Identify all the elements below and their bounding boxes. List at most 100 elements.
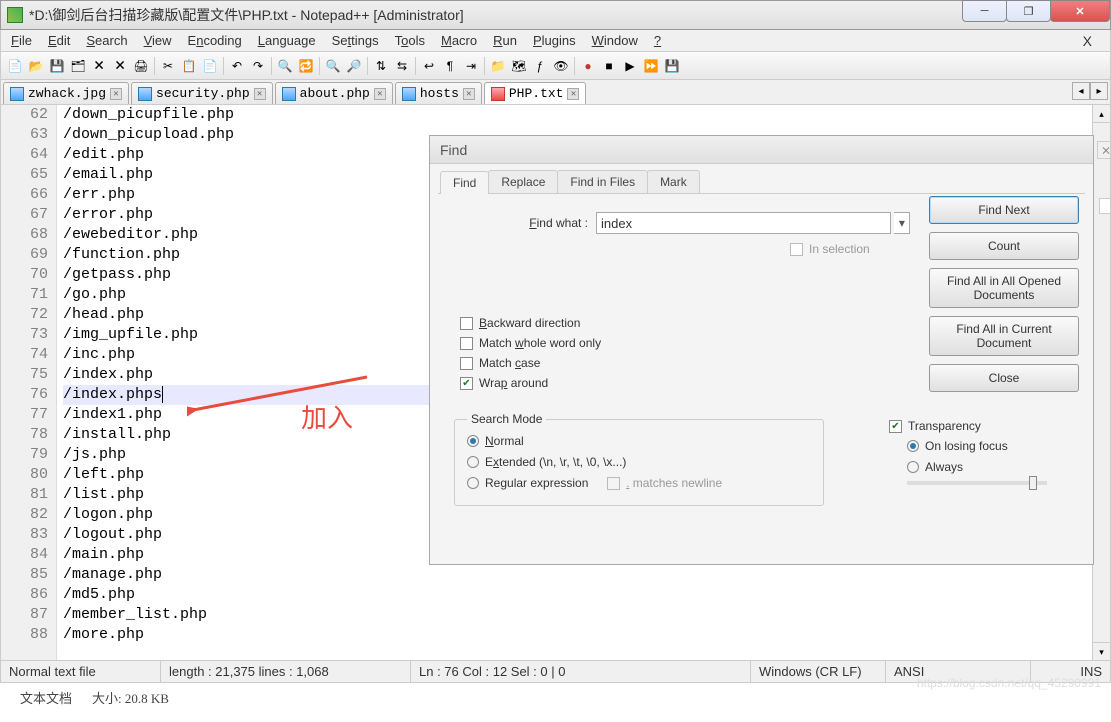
play-multi-icon[interactable]: ⏩ [641, 56, 661, 76]
find-what-input[interactable] [596, 212, 891, 234]
file-icon [282, 87, 296, 101]
find-tab-replace[interactable]: Replace [488, 170, 558, 193]
code-line[interactable]: /member_list.php [63, 605, 1110, 625]
line-number: 88 [1, 625, 48, 645]
maximize-button[interactable]: ❐ [1006, 0, 1051, 22]
find-tab-mark[interactable]: Mark [647, 170, 700, 193]
tab-close-icon[interactable]: ✕ [110, 88, 122, 100]
find-dialog-close-icon[interactable]: ⨯ [1097, 141, 1111, 159]
file-icon [491, 87, 505, 101]
print-icon[interactable]: 🖨 [131, 56, 151, 76]
file-tab[interactable]: zwhack.jpg✕ [3, 82, 129, 104]
code-line[interactable]: /down_picupfile.php [63, 105, 1110, 125]
find-all-current-button[interactable]: Find All in Current Document [929, 316, 1079, 356]
sync-h-icon[interactable]: ⇆ [392, 56, 412, 76]
count-button[interactable]: Count [929, 232, 1079, 260]
backward-checkbox[interactable]: Backward direction [460, 316, 601, 330]
menubar-close-x[interactable]: X [1079, 33, 1096, 49]
menu-encoding[interactable]: Encoding [188, 33, 242, 48]
code-line[interactable]: /md5.php [63, 585, 1110, 605]
search-mode-extended[interactable]: Extended (\n, \r, \t, \0, \x...) [467, 455, 811, 469]
find-what-dropdown-icon[interactable]: ▾ [894, 212, 910, 234]
code-line[interactable]: /more.php [63, 625, 1110, 645]
save-macro-icon[interactable]: 💾 [662, 56, 682, 76]
transparency-on-losing[interactable]: On losing focus [907, 439, 1079, 453]
close-find-button[interactable]: Close [929, 364, 1079, 392]
tab-nav-right-icon[interactable]: ▸ [1090, 82, 1108, 100]
menu-run[interactable]: Run [493, 33, 517, 48]
wrap-checkbox[interactable]: ✔Wrap around [460, 376, 601, 390]
line-number: 70 [1, 265, 48, 285]
replace-icon[interactable]: 🔁 [296, 56, 316, 76]
menu-search[interactable]: Search [86, 33, 127, 48]
tab-close-icon[interactable]: ✕ [374, 88, 386, 100]
menu-help[interactable]: ? [654, 33, 661, 48]
record-icon[interactable]: ● [578, 56, 598, 76]
menu-language[interactable]: Language [258, 33, 316, 48]
menu-plugins[interactable]: Plugins [533, 33, 576, 48]
func-list-icon[interactable]: ƒ [530, 56, 550, 76]
vertical-scrollbar[interactable]: ▴ ▾ [1092, 105, 1110, 660]
copy-icon[interactable]: 📋 [179, 56, 199, 76]
find-tab-findinfiles[interactable]: Find in Files [557, 170, 648, 193]
close-all-icon[interactable]: 🗙 [110, 56, 130, 76]
file-tab[interactable]: hosts✕ [395, 82, 482, 104]
transparency-slider[interactable] [907, 481, 1047, 485]
line-number: 77 [1, 405, 48, 425]
code-line[interactable]: /manage.php [63, 565, 1110, 585]
menu-macro[interactable]: Macro [441, 33, 477, 48]
stop-icon[interactable]: ■ [599, 56, 619, 76]
tab-close-icon[interactable]: ✕ [567, 88, 579, 100]
file-tab[interactable]: PHP.txt✕ [484, 82, 587, 104]
search-mode-regex[interactable]: Regular expression . matches newline [467, 476, 811, 490]
scroll-down-icon[interactable]: ▾ [1093, 642, 1110, 660]
menu-tools[interactable]: Tools [395, 33, 425, 48]
paste-icon[interactable]: 📄 [200, 56, 220, 76]
find-tab-find[interactable]: Find [440, 171, 489, 194]
doc-map-icon[interactable]: 🗺 [509, 56, 529, 76]
folder-icon[interactable]: 📁 [488, 56, 508, 76]
menu-view[interactable]: View [144, 33, 172, 48]
menu-window[interactable]: Window [592, 33, 638, 48]
scroll-up-icon[interactable]: ▴ [1093, 105, 1110, 123]
transparency-checkbox[interactable]: ✔Transparency [889, 419, 1079, 433]
find-icon[interactable]: 🔍 [275, 56, 295, 76]
close-button[interactable]: ✕ [1050, 0, 1110, 22]
sync-v-icon[interactable]: ⇅ [371, 56, 391, 76]
tab-close-icon[interactable]: ✕ [254, 88, 266, 100]
new-icon[interactable]: 📄 [5, 56, 25, 76]
indent-icon[interactable]: ⇥ [461, 56, 481, 76]
line-number: 76 [1, 385, 48, 405]
tab-nav-left-icon[interactable]: ◂ [1072, 82, 1090, 100]
redo-icon[interactable]: ↷ [248, 56, 268, 76]
find-dialog-extra-box[interactable] [1099, 198, 1111, 214]
save-icon[interactable]: 💾 [47, 56, 67, 76]
save-all-icon[interactable]: 🗂 [68, 56, 88, 76]
transparency-always[interactable]: Always [907, 460, 1079, 474]
tab-close-icon[interactable]: ✕ [463, 88, 475, 100]
find-next-button[interactable]: Find Next [929, 196, 1079, 224]
monitor-icon[interactable]: 👁 [551, 56, 571, 76]
file-tab[interactable]: about.php✕ [275, 82, 393, 104]
file-tab[interactable]: security.php✕ [131, 82, 273, 104]
menu-settings[interactable]: Settings [332, 33, 379, 48]
zoom-out-icon[interactable]: 🔎 [344, 56, 364, 76]
cut-icon[interactable]: ✂ [158, 56, 178, 76]
menu-file[interactable]: File [11, 33, 32, 48]
wrap-icon[interactable]: ↩ [419, 56, 439, 76]
search-mode-normal[interactable]: Normal [467, 434, 811, 448]
play-icon[interactable]: ▶ [620, 56, 640, 76]
line-number: 79 [1, 445, 48, 465]
invisible-icon[interactable]: ¶ [440, 56, 460, 76]
match-case-checkbox[interactable]: Match case [460, 356, 601, 370]
minimize-button[interactable]: ─ [962, 0, 1007, 22]
zoom-in-icon[interactable]: 🔍 [323, 56, 343, 76]
menu-edit[interactable]: Edit [48, 33, 70, 48]
close-file-icon[interactable]: 🗙 [89, 56, 109, 76]
open-icon[interactable]: 📂 [26, 56, 46, 76]
whole-word-checkbox[interactable]: Match whole word only [460, 336, 601, 350]
editor[interactable]: 6263646566676869707172737475767778798081… [0, 105, 1111, 661]
find-all-opened-button[interactable]: Find All in All Opened Documents [929, 268, 1079, 308]
undo-icon[interactable]: ↶ [227, 56, 247, 76]
line-number: 62 [1, 105, 48, 125]
